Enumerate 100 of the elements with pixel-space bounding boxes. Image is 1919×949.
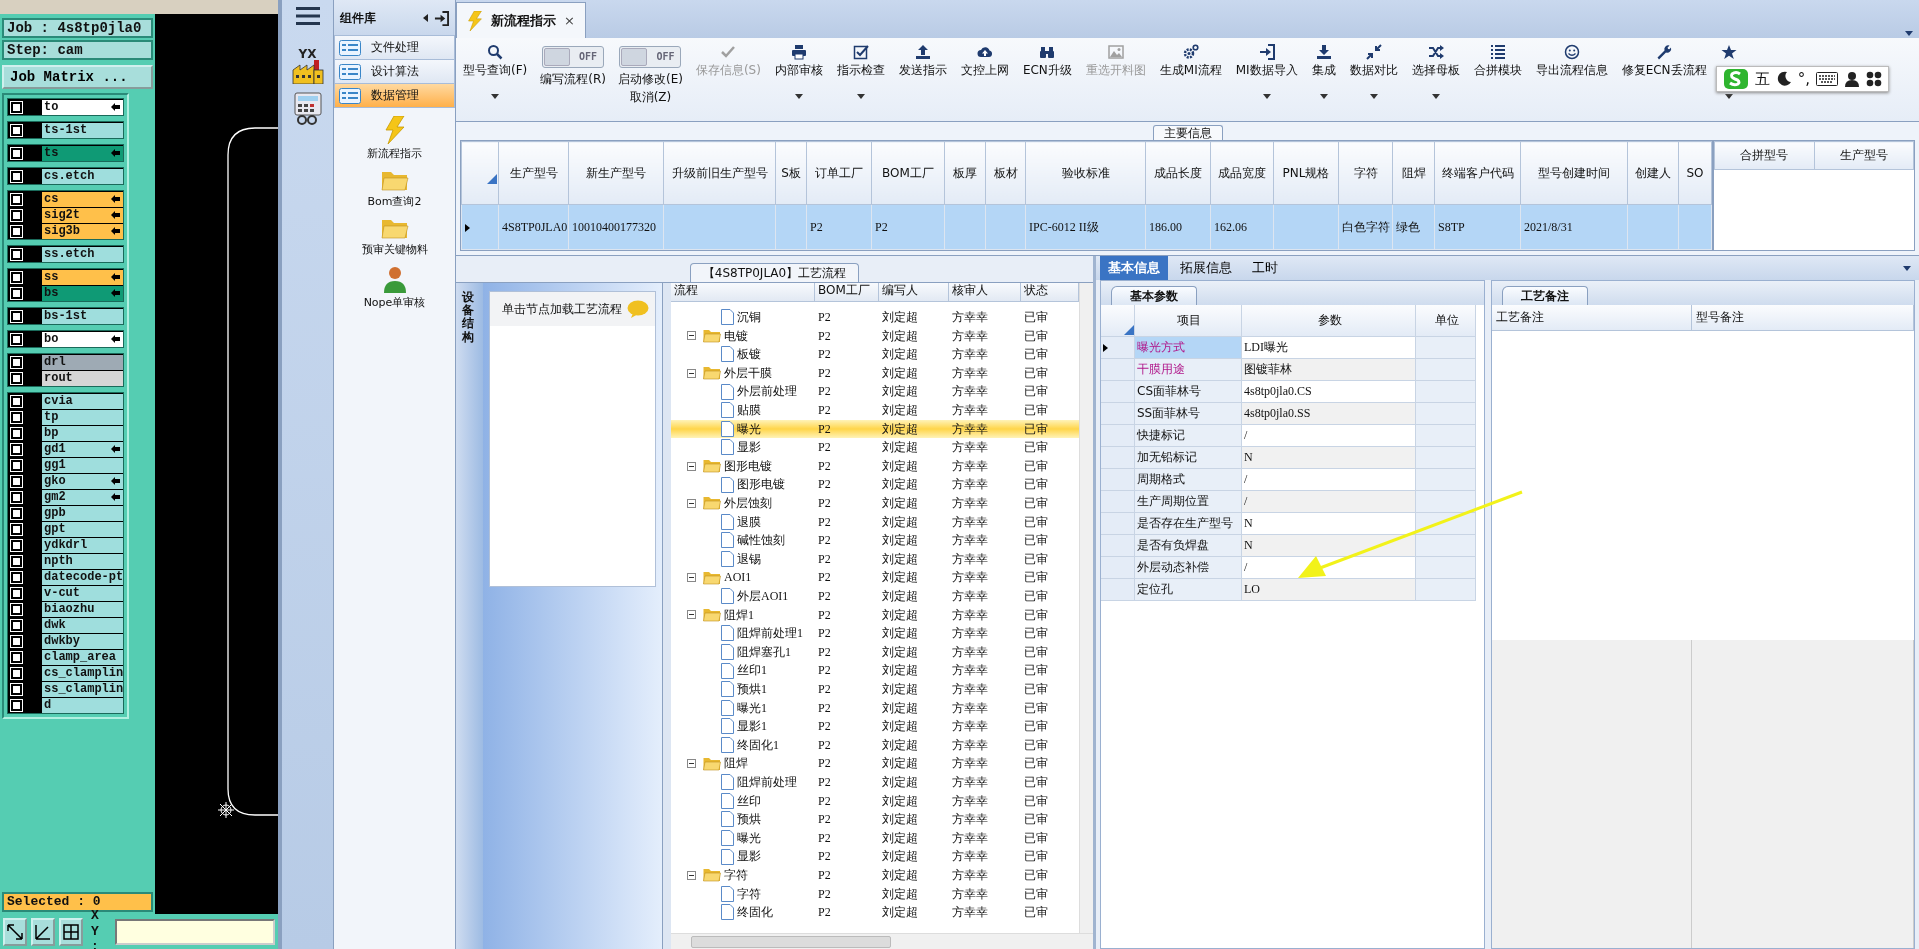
layer-checkbox[interactable] [11, 555, 22, 567]
pane-tab[interactable]: 工艺备注 [1502, 285, 1588, 305]
dropdown-icon[interactable] [1905, 31, 1913, 36]
layer-checkbox[interactable] [11, 287, 22, 299]
library-category[interactable]: 数据管理 [334, 83, 455, 108]
menu-icon[interactable] [295, 6, 320, 26]
layer-name[interactable]: npth [42, 553, 123, 569]
tree-label[interactable]: 阻焊1 [724, 607, 754, 622]
column-header[interactable]: 新生产型号 [568, 141, 664, 205]
tree-label[interactable]: 外层前处理 [737, 384, 797, 399]
layer-name[interactable]: tp [42, 409, 123, 425]
tree-label[interactable]: 外层AOI1 [737, 589, 789, 604]
tree-label[interactable]: 显影 [737, 440, 761, 455]
table-cell[interactable]: N [1242, 535, 1416, 557]
layer-checkbox[interactable] [11, 170, 22, 182]
layer-name[interactable]: d [42, 697, 123, 713]
table-cell[interactable]: 快捷标记 [1135, 425, 1242, 447]
column-header[interactable]: 终端客户代码 [1434, 141, 1521, 205]
layer-checkbox[interactable] [11, 699, 22, 711]
table-cell[interactable]: 4s8tp0jla0.SS [1242, 403, 1416, 425]
layer-name[interactable]: drl [42, 354, 123, 370]
table-cell[interactable]: N [1242, 513, 1416, 535]
table-cell[interactable]: LDI曝光 [1242, 337, 1416, 359]
toolbar-button[interactable]: MI数据导入 [1234, 42, 1299, 121]
toggle-sublabel[interactable]: 取消(Z) [629, 90, 672, 105]
column-header[interactable]: 升级前旧生产型号 [663, 141, 776, 205]
tab[interactable]: 基本信息 [1100, 256, 1168, 280]
layer-name[interactable]: datecode-pt [42, 569, 123, 585]
toolbar-button[interactable]: 文控上网 [959, 42, 1010, 121]
tree-label[interactable]: 板镀 [737, 347, 761, 362]
layer-checkbox[interactable] [11, 475, 22, 487]
expand-toggle[interactable] [687, 610, 696, 620]
layer-name[interactable]: ts [42, 145, 123, 161]
module-label[interactable]: Bom查询2 [367, 195, 422, 209]
column-header[interactable]: 型号创建时间 [1520, 141, 1628, 205]
tree-label[interactable]: 退锡 [737, 551, 761, 567]
toolbar-button[interactable]: 导出流程信息 [1534, 42, 1609, 121]
toolbar-button[interactable]: 合拼模块 [1472, 42, 1523, 121]
layer-name[interactable]: clamp_area [42, 649, 123, 665]
layer-checkbox[interactable] [11, 587, 22, 599]
layer-checkbox[interactable] [11, 372, 22, 384]
module-label[interactable]: Nope单审核 [363, 295, 426, 309]
tree-label[interactable]: 丝印 [737, 793, 761, 808]
toolbar-button[interactable]: 集成 [1310, 42, 1337, 121]
layer-checkbox[interactable] [11, 507, 22, 519]
layer-checkbox[interactable] [11, 124, 22, 136]
tree-label[interactable]: 曝光1 [737, 700, 767, 715]
close-button[interactable]: × [564, 12, 575, 29]
moon-icon[interactable] [1775, 71, 1792, 87]
tree-label[interactable]: 阻焊 [724, 756, 748, 771]
column-header[interactable]: 参数 [1242, 305, 1416, 337]
table-row[interactable]: 4S8TP0JLA0 10010400177320 P2 P2 IPC-6012 II级 186.00 162.06 白色字符 绿色 S8TP 2021/8/31 [461, 204, 1712, 250]
layer-name[interactable]: rout [42, 370, 123, 386]
tool-button[interactable] [3, 917, 27, 946]
collapse-icon[interactable] [423, 14, 428, 22]
tree-label[interactable]: AOI1 [724, 570, 752, 585]
module-label[interactable]: 新流程指示 [367, 147, 422, 161]
document-tab[interactable]: 新流程指示 × [456, 2, 586, 38]
layer-checkbox[interactable] [11, 209, 22, 221]
tool-button[interactable] [31, 917, 55, 946]
layout-label[interactable]: 五 [1754, 70, 1770, 88]
toolbar-button[interactable]: 内部审核 [773, 42, 824, 121]
column-header[interactable]: SO [1678, 141, 1712, 205]
tree-label[interactable]: 曝光 [737, 421, 761, 437]
layer-name[interactable]: cs [42, 191, 123, 207]
table-cell[interactable]: 周期格式 [1135, 469, 1242, 491]
column-header[interactable]: 流程 [671, 283, 815, 301]
layer-checkbox[interactable] [11, 571, 22, 583]
table-cell[interactable]: 是否有负焊盘 [1135, 535, 1242, 557]
table-cell[interactable]: 生产周期位置 [1135, 491, 1242, 513]
punctuation-label[interactable]: °, [1797, 70, 1810, 88]
tree-label[interactable]: 沉铜 [737, 310, 761, 325]
layer-name[interactable]: ts-1st [42, 122, 123, 138]
expand-toggle[interactable] [687, 331, 696, 341]
layer-checkbox[interactable] [11, 651, 22, 663]
tree-label[interactable]: 预烘 [737, 812, 761, 827]
tree-label[interactable]: 阻焊塞孔1 [737, 644, 791, 660]
column-header[interactable]: 型号备注 [1692, 305, 1914, 331]
table-cell[interactable]: 4s8tp0jla0.CS [1242, 381, 1416, 403]
tree-label[interactable]: 显影1 [737, 719, 767, 734]
tree-label[interactable]: 电镀 [724, 328, 748, 344]
expand-toggle[interactable] [687, 498, 696, 508]
layer-checkbox[interactable] [11, 395, 22, 407]
column-header[interactable]: BOM工厂 [815, 283, 879, 301]
toolbar-button[interactable]: ECN升级 [1021, 42, 1073, 121]
layer-checkbox[interactable] [11, 310, 22, 322]
column-header[interactable]: 生产型号 [498, 141, 569, 205]
layer-name[interactable]: ss [42, 269, 123, 285]
tree-label[interactable]: 外层蚀刻 [724, 496, 772, 511]
tree-label[interactable]: 字符 [724, 867, 748, 883]
column-header[interactable]: 板材 [985, 141, 1026, 205]
scroll-thumb[interactable] [691, 935, 891, 948]
table-cell[interactable]: 图镀菲林 [1242, 359, 1416, 381]
factory-icon[interactable] [291, 60, 324, 84]
column-header[interactable]: 单位 [1416, 305, 1476, 337]
layer-checkbox[interactable] [11, 193, 22, 205]
layer-checkbox[interactable] [11, 411, 22, 423]
toggle-switch[interactable]: OFF [542, 46, 605, 68]
layer-name[interactable]: gm2 [42, 489, 123, 505]
job-matrix-button[interactable]: Job Matrix ... [2, 65, 153, 89]
